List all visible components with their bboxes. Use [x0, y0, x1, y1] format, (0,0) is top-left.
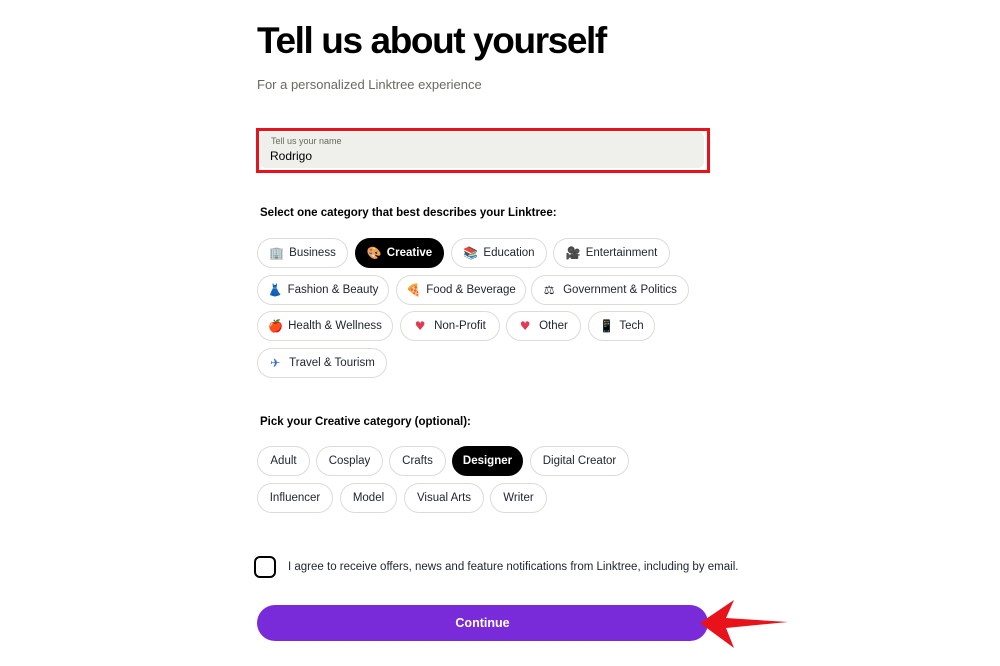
- subcategory-cosplay[interactable]: Cosplay: [316, 446, 383, 476]
- category-section-label: Select one category that best describes …: [260, 207, 557, 219]
- phone-icon: 📱: [599, 319, 615, 333]
- airplane-icon: ✈: [270, 356, 281, 370]
- subcategory-crafts[interactable]: Crafts: [389, 446, 446, 476]
- consent-label: I agree to receive offers, news and feat…: [288, 561, 739, 573]
- office-building-icon: 🏢: [269, 246, 285, 260]
- category-creative[interactable]: 🎨 Creative: [355, 238, 444, 268]
- subcategory-designer[interactable]: Designer: [452, 446, 523, 476]
- apple-icon: 🍎: [268, 319, 284, 333]
- category-health-wellness[interactable]: 🍎 Health & Wellness: [257, 311, 393, 341]
- subcategory-model[interactable]: Model: [340, 483, 397, 513]
- books-icon: 📚: [463, 246, 479, 260]
- red-arrow-annotation: [700, 600, 788, 648]
- category-label: Travel & Tourism: [289, 357, 375, 369]
- dress-icon: 👗: [267, 283, 283, 297]
- category-government-politics[interactable]: ⚖ Government & Politics: [531, 275, 689, 305]
- subcategory-influencer[interactable]: Influencer: [257, 483, 333, 513]
- category-label: Government & Politics: [563, 284, 677, 296]
- category-tech[interactable]: 📱 Tech: [588, 311, 655, 341]
- category-other[interactable]: ♥ Other: [506, 311, 581, 341]
- subcategory-section-label: Pick your Creative category (optional):: [260, 416, 471, 428]
- name-input[interactable]: [270, 148, 690, 164]
- category-travel-tourism[interactable]: ✈ Travel & Tourism: [257, 348, 387, 378]
- heart-icon: ♥: [414, 319, 426, 333]
- consent-checkbox[interactable]: [254, 556, 276, 578]
- category-label: Creative: [386, 247, 433, 259]
- subcategory-visual-arts[interactable]: Visual Arts: [404, 483, 484, 513]
- scales-icon: ⚖: [543, 283, 555, 297]
- category-entertainment[interactable]: 🎥 Entertainment: [553, 238, 670, 268]
- category-label: Health & Wellness: [288, 320, 382, 332]
- category-label: Business: [289, 247, 336, 259]
- palette-icon: 🎨: [366, 246, 382, 260]
- subcategory-writer[interactable]: Writer: [490, 483, 547, 513]
- subcategory-adult[interactable]: Adult: [257, 446, 310, 476]
- category-education[interactable]: 📚 Education: [451, 238, 547, 268]
- category-fashion-beauty[interactable]: 👗 Fashion & Beauty: [257, 275, 389, 305]
- name-field-label: Tell us your name: [271, 136, 342, 146]
- onboarding-page: Tell us about yourself For a personalize…: [0, 0, 1000, 666]
- continue-button[interactable]: Continue: [257, 605, 708, 641]
- name-field[interactable]: Tell us your name: [260, 132, 704, 168]
- category-non-profit[interactable]: ♥ Non-Profit: [400, 311, 500, 341]
- category-label: Fashion & Beauty: [287, 284, 379, 296]
- page-subtitle: For a personalized Linktree experience: [257, 77, 482, 92]
- category-label: Entertainment: [585, 247, 658, 259]
- page-title: Tell us about yourself: [257, 20, 607, 61]
- pizza-icon: 🍕: [406, 283, 422, 297]
- category-label: Tech: [619, 320, 644, 332]
- category-label: Non-Profit: [434, 320, 486, 332]
- subcategory-digital-creator[interactable]: Digital Creator: [530, 446, 629, 476]
- category-food-beverage[interactable]: 🍕 Food & Beverage: [396, 275, 526, 305]
- heart-icon: ♥: [519, 319, 531, 333]
- category-label: Other: [539, 320, 568, 332]
- film-camera-icon: 🎥: [565, 246, 581, 260]
- category-label: Food & Beverage: [426, 284, 516, 296]
- category-label: Education: [483, 247, 535, 259]
- category-business[interactable]: 🏢 Business: [257, 238, 348, 268]
